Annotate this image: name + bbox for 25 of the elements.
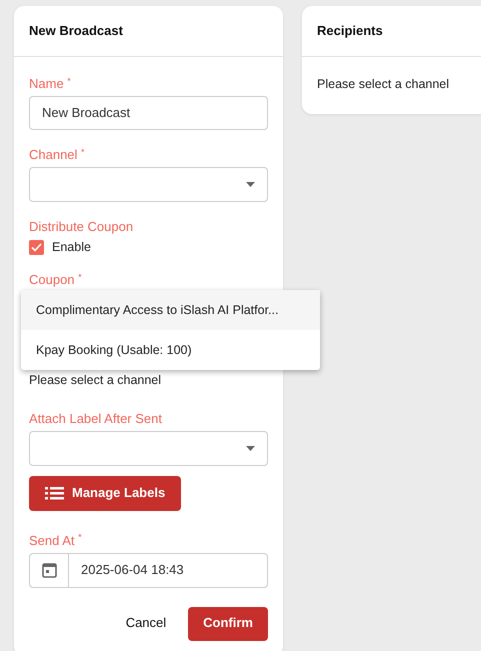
field-label: Distribute Coupon: [29, 218, 134, 235]
menu-item[interactable]: Kpay Booking (Usable: 100): [21, 330, 320, 370]
field-label: Attach Label After Sent: [29, 410, 162, 426]
manage-labels-button[interactable]: Manage Labels: [29, 476, 182, 510]
name-input[interactable]: New Broadcast: [29, 96, 268, 130]
hint-text: Please select a channel: [29, 372, 162, 388]
empty-message: Please select a channel: [317, 77, 450, 91]
menu-item[interactable]: Complimentary Access to iSlash AI Platfor...: [21, 290, 320, 330]
card-title: Recipients: [317, 22, 383, 40]
field-label: Name $^{*}$: [29, 75, 71, 92]
field-label: Coupon $^{*}$: [29, 271, 82, 288]
checkbox-label: Enable: [52, 239, 91, 256]
field-label: Channel $^{*}$: [29, 146, 85, 163]
caret-icon: [246, 446, 255, 450]
calendar-icon: [42, 562, 56, 578]
confirm-button[interactable]: Confirm: [188, 606, 268, 640]
channel-select[interactable]: [29, 167, 268, 202]
cancel-button[interactable]: Cancel: [120, 611, 172, 636]
caret-icon: [246, 182, 255, 187]
label-select[interactable]: [29, 430, 268, 466]
list-icon: [45, 486, 64, 500]
field-label: Send At $^{*}$: [29, 532, 82, 548]
card-title: New Broadcast: [29, 22, 123, 40]
date-input[interactable]: 2025-06-04 18:43: [29, 552, 268, 588]
enable-checkbox[interactable]: [29, 240, 44, 255]
